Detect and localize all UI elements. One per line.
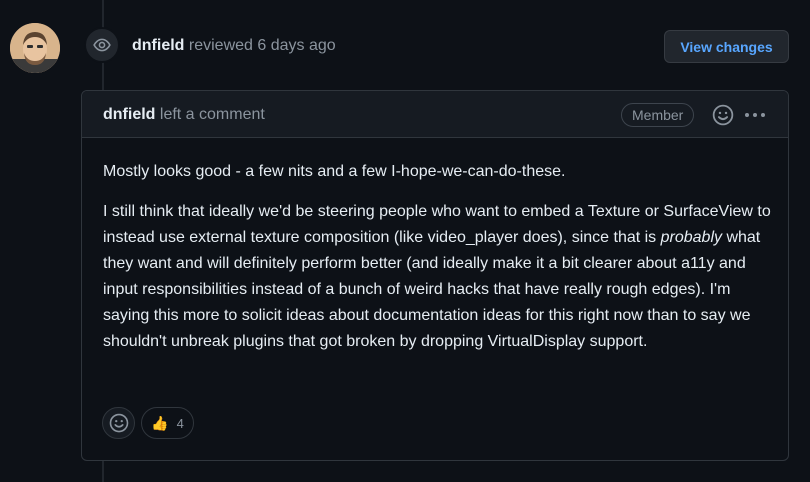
comment-action-text: left a comment xyxy=(159,106,265,123)
avatar[interactable] xyxy=(10,23,60,73)
more-options-button[interactable] xyxy=(742,104,768,126)
comment-author-link[interactable]: dnfield xyxy=(103,106,155,123)
comment-text: what they want and will definitely perfo… xyxy=(103,229,761,350)
thumbs-up-reaction-button[interactable]: 👍 4 xyxy=(141,407,194,439)
review-header: dnfield reviewed 6 days ago xyxy=(132,37,336,55)
comment-paragraph: Mostly looks good - a few nits and a few… xyxy=(103,163,566,180)
comment-emphasis: probably xyxy=(660,229,722,246)
review-author-link[interactable]: dnfield xyxy=(132,37,184,54)
member-badge: Member xyxy=(621,103,695,127)
comment-author-line: dnfield left a comment xyxy=(103,106,265,124)
comment-header: dnfield left a comment Member xyxy=(82,91,788,138)
reactions-bar: 👍 4 xyxy=(102,407,194,441)
review-action-text: reviewed 6 days ago xyxy=(188,37,336,54)
eye-icon xyxy=(93,38,111,52)
view-changes-button[interactable]: View changes xyxy=(664,30,789,63)
reaction-count: 4 xyxy=(176,415,184,431)
add-reaction-button[interactable] xyxy=(102,407,135,439)
review-comment: dnfield left a comment Member Mostly loo… xyxy=(81,90,789,461)
add-reaction-button[interactable] xyxy=(712,104,734,126)
smiley-icon xyxy=(109,413,128,433)
thumbs-up-icon: 👍 xyxy=(151,414,169,431)
comment-body: Mostly looks good - a few nits and a few… xyxy=(103,159,773,369)
comment-paragraph: I still think that ideally we'd be steer… xyxy=(103,199,773,355)
smiley-icon xyxy=(712,104,734,126)
review-event-badge xyxy=(84,27,120,63)
kebab-horizontal-icon xyxy=(745,113,765,117)
avatar-image xyxy=(10,23,60,73)
